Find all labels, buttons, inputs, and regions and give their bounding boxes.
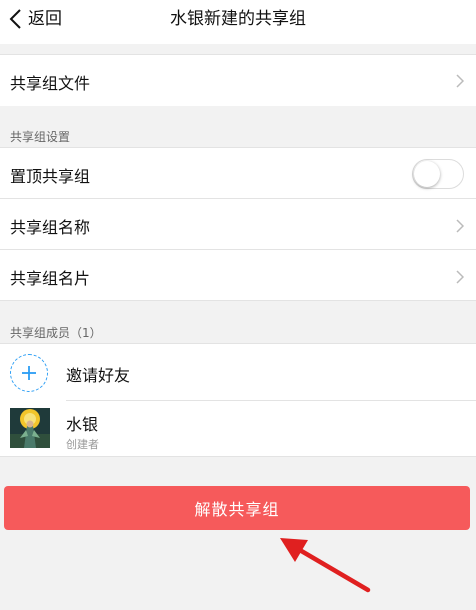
dissolve-group-button[interactable]: 解散共享组 — [4, 486, 470, 530]
pin-row: 置顶共享组 — [0, 147, 476, 199]
files-row[interactable]: 共享组文件 — [0, 54, 476, 106]
pin-label: 置顶共享组 — [10, 167, 91, 186]
chevron-right-icon — [456, 73, 465, 92]
nav-bar: 返回 水银新建的共享组 — [0, 0, 476, 44]
group-name-label: 共享组名称 — [10, 218, 91, 237]
page-title: 水银新建的共享组 — [170, 9, 306, 29]
avatar — [10, 408, 50, 448]
member-row[interactable]: 水银 创建者 — [0, 401, 476, 457]
invite-friends-row[interactable]: 邀请好友 — [0, 343, 476, 401]
pin-toggle[interactable] — [412, 159, 464, 189]
toggle-knob — [414, 161, 440, 187]
group-card-label: 共享组名片 — [10, 269, 91, 288]
chevron-right-icon — [456, 218, 465, 237]
member-name: 水银 — [66, 415, 99, 434]
invite-label: 邀请好友 — [66, 366, 131, 385]
group-name-row[interactable]: 共享组名称 — [0, 198, 476, 250]
settings-section-header: 共享组设置 — [10, 130, 71, 144]
member-role: 创建者 — [66, 438, 99, 451]
add-icon — [10, 354, 48, 392]
group-card-row[interactable]: 共享组名片 — [0, 249, 476, 301]
members-section-header: 共享组成员（1） — [10, 326, 102, 340]
files-label: 共享组文件 — [10, 74, 91, 93]
chevron-right-icon — [456, 269, 465, 288]
